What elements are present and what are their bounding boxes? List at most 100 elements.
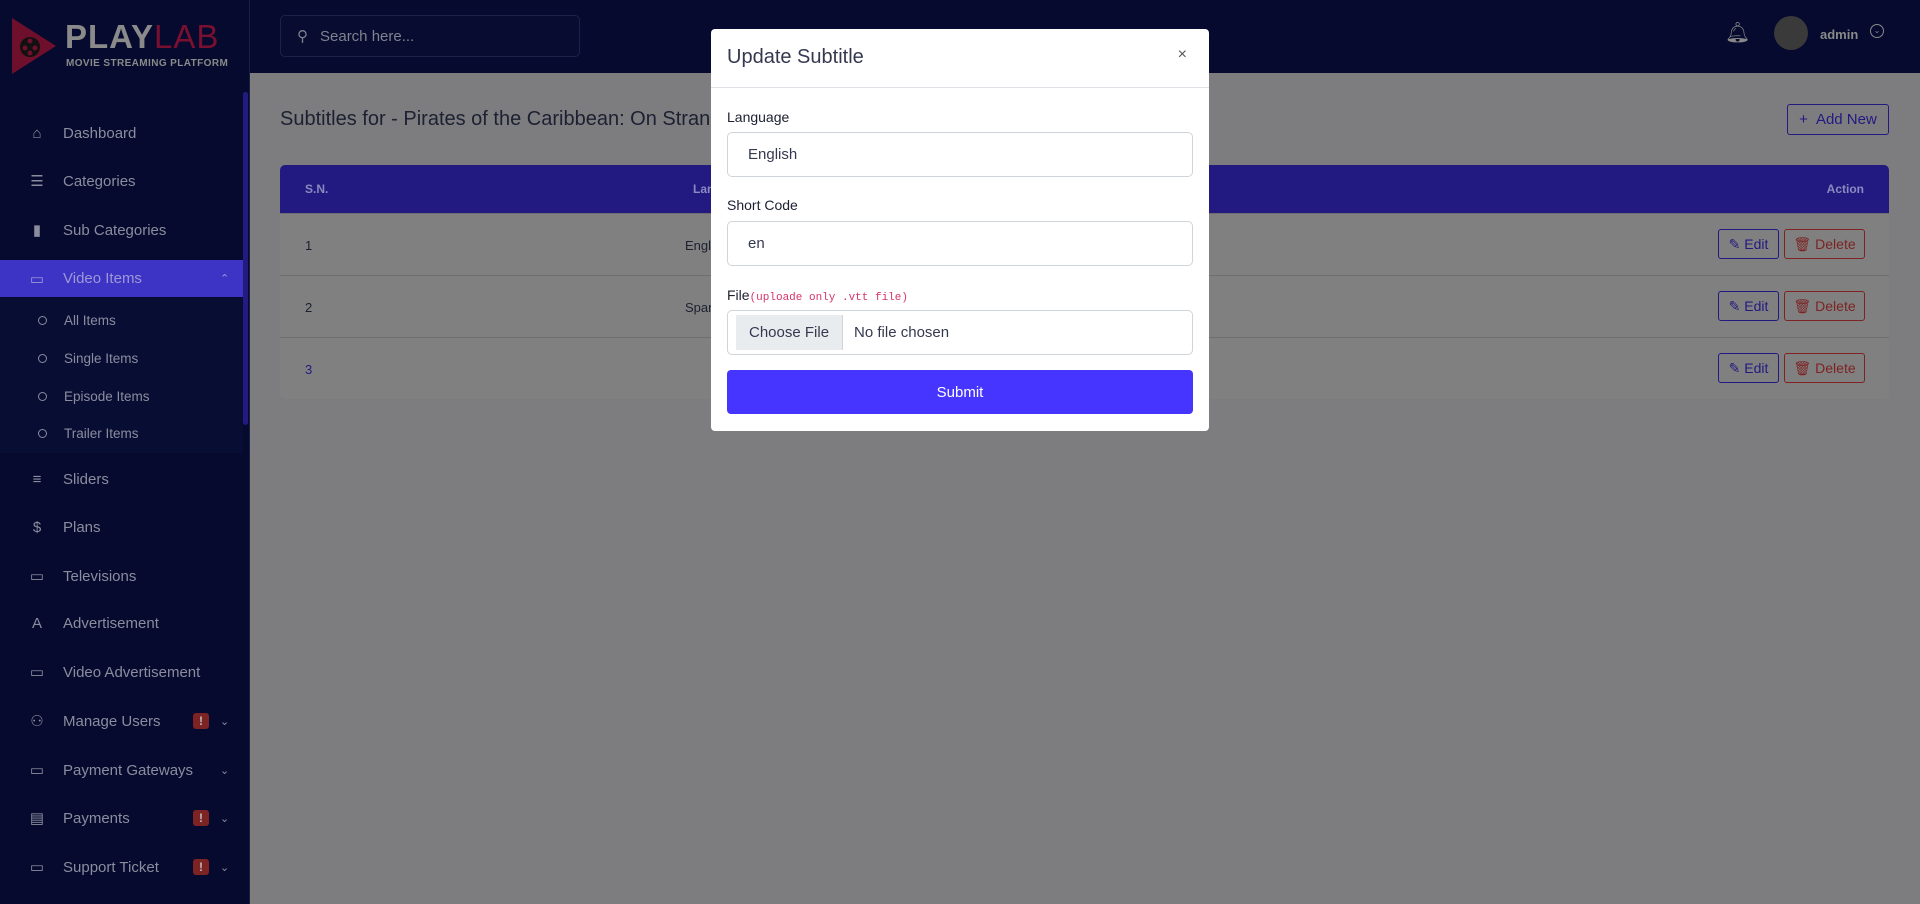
no-file-text: No file chosen [854,324,950,341]
sidebar-item-sub-categories[interactable]: ▮ Sub Categories [0,210,243,250]
subitem-label: Trailer Items [64,425,139,441]
trash-icon: 🗑︎ [1793,235,1812,252]
delete-button[interactable]: 🗑︎ Delete [1784,229,1865,259]
cell-sn: 1 [305,238,313,253]
tv-icon: ▭ [29,568,45,585]
sidebar-item-label: Plans [63,518,101,536]
search-icon: ⚲ [297,28,308,45]
sidebar-item-video-advertisement[interactable]: ▭ Video Advertisement [0,652,243,692]
delete-label: Delete [1815,298,1856,314]
sidebar-subitem-single-items[interactable]: Single Items [38,348,138,368]
modal-title: Update Subtitle [727,46,864,68]
video-icon: ▭ [29,270,45,288]
ticket-icon: ▭ [29,859,45,876]
sidebar-item-manage-users[interactable]: ⚇ Manage Users! ⌄ [0,701,243,741]
brand-logo[interactable]: PLAYLAB MOVIE STREAMING PLATFORM [10,14,240,74]
chevron-down-circle-icon[interactable]: ⌄ [1870,24,1884,38]
pencil-icon: ✎ [1728,235,1741,252]
language-input[interactable]: English [727,132,1193,177]
chevron-down-icon: ⌄ [220,715,230,728]
sidebar-item-advertisement[interactable]: A Advertisement [0,603,243,643]
sidebar-subitem-episode-items[interactable]: Episode Items [38,386,150,406]
edit-button[interactable]: ✎ Edit [1718,229,1779,259]
bell-icon[interactable]: 🔔︎ [1725,20,1750,45]
sidebar-item-label: Manage Users [63,712,161,730]
sidebar-subitem-all-items[interactable]: All Items [38,310,116,330]
sidebar-item-label: Video Items [63,270,142,287]
sidebar-item-label: Sub Categories [63,221,167,239]
sidebar-item-label: Payments [63,809,130,827]
video-icon: ▭ [29,664,45,681]
short-code-input[interactable]: en [727,221,1193,266]
edit-button[interactable]: ✎ Edit [1718,353,1779,383]
delete-label: Delete [1815,236,1856,252]
file-label-text: File [727,287,750,303]
username[interactable]: admin [1820,27,1858,42]
delete-button[interactable]: 🗑︎ Delete [1784,291,1865,321]
sidebar-subitem-trailer-items[interactable]: Trailer Items [38,423,139,443]
sidebar-item-label: Video Advertisement [63,663,201,681]
sidebar-item-label: Dashboard [63,124,137,142]
sidebar-item-support-ticket[interactable]: ▭ Support Ticket! ⌄ [0,847,243,887]
sidebar-item-label: Sliders [63,470,109,488]
close-icon[interactable]: × [1178,46,1187,64]
alert-badge: ! [193,810,209,826]
brand-name-light: LAB [153,18,220,55]
sidebar-item-dashboard[interactable]: ⌂ Dashboard [0,113,243,153]
trash-icon: 🗑︎ [1793,297,1812,314]
sidebar-item-payments[interactable]: ▤ Payments! ⌄ [0,798,243,838]
add-new-button[interactable]: + Add New [1787,104,1889,135]
edit-button[interactable]: ✎ Edit [1718,291,1779,321]
sidebar-item-label: Support Ticket [63,858,159,876]
delete-label: Delete [1815,360,1856,376]
modal-header: Update Subtitle × [711,29,1209,88]
avatar[interactable] [1774,16,1808,50]
circle-icon [38,428,47,438]
chevron-up-icon: ⌃ [220,273,230,285]
sidebar-item-categories[interactable]: ☰ Categories [0,161,243,201]
trash-icon: 🗑︎ [1793,359,1812,376]
file-input[interactable]: Choose File No file chosen [727,310,1193,355]
edit-label: Edit [1744,298,1769,314]
choose-file-button[interactable]: Choose File [736,315,844,350]
sidebar-item-televisions[interactable]: ▭ Televisions [0,556,243,596]
plus-icon: + [1799,111,1808,128]
alert-badge: ! [193,859,209,875]
sliders-icon: ≡ [32,470,42,488]
subitem-label: Episode Items [64,388,150,404]
delete-button[interactable]: 🗑︎ Delete [1784,353,1865,383]
update-subtitle-modal: Update Subtitle × Language English Short… [711,29,1209,431]
submit-button[interactable]: Submit [727,370,1193,414]
circle-icon [38,391,47,401]
sidebar-item-payment-gateways[interactable]: ▭ Payment Gateways ⌄ [0,750,243,790]
dollar-icon: $ [32,518,42,536]
bar-chart-icon: ▮ [32,222,42,239]
cell-sn: 3 [305,362,313,377]
circle-icon [38,353,47,363]
search-input[interactable]: ⚲ Search here... [280,15,580,57]
sidebar-item-sliders[interactable]: ≡ Sliders [0,459,243,499]
chevron-down-icon: ⌄ [220,812,230,825]
pencil-icon: ✎ [1728,297,1741,314]
alert-badge: ! [193,713,209,729]
search-placeholder: Search here... [320,27,415,45]
short-code-label: Short Code [727,197,798,213]
edit-label: Edit [1744,236,1769,252]
brand-tagline: MOVIE STREAMING PLATFORM [66,58,229,69]
file-label: File(uploade only .vtt file) [727,287,908,304]
brand-name: PLAY [65,18,154,55]
chevron-down-icon: ⌄ [220,861,230,874]
sidebar-item-video-items[interactable]: ▭ Video Items ⌃ [0,260,243,297]
edit-label: Edit [1744,360,1769,376]
sidebar-item-plans[interactable]: $ Plans [0,507,243,547]
sidebar: PLAYLAB MOVIE STREAMING PLATFORM ⌂ Dashbo… [0,0,250,904]
subitem-label: All Items [64,312,116,328]
sidebar-scrollbar[interactable] [243,92,248,425]
users-icon: ⚇ [30,713,44,730]
language-label: Language [727,109,790,125]
sidebar-item-label: Categories [63,172,136,190]
credit-card-icon: ▭ [29,762,45,779]
home-icon: ⌂ [32,124,42,142]
menu-icon: ☰ [30,173,44,190]
font-icon: A [31,614,42,632]
